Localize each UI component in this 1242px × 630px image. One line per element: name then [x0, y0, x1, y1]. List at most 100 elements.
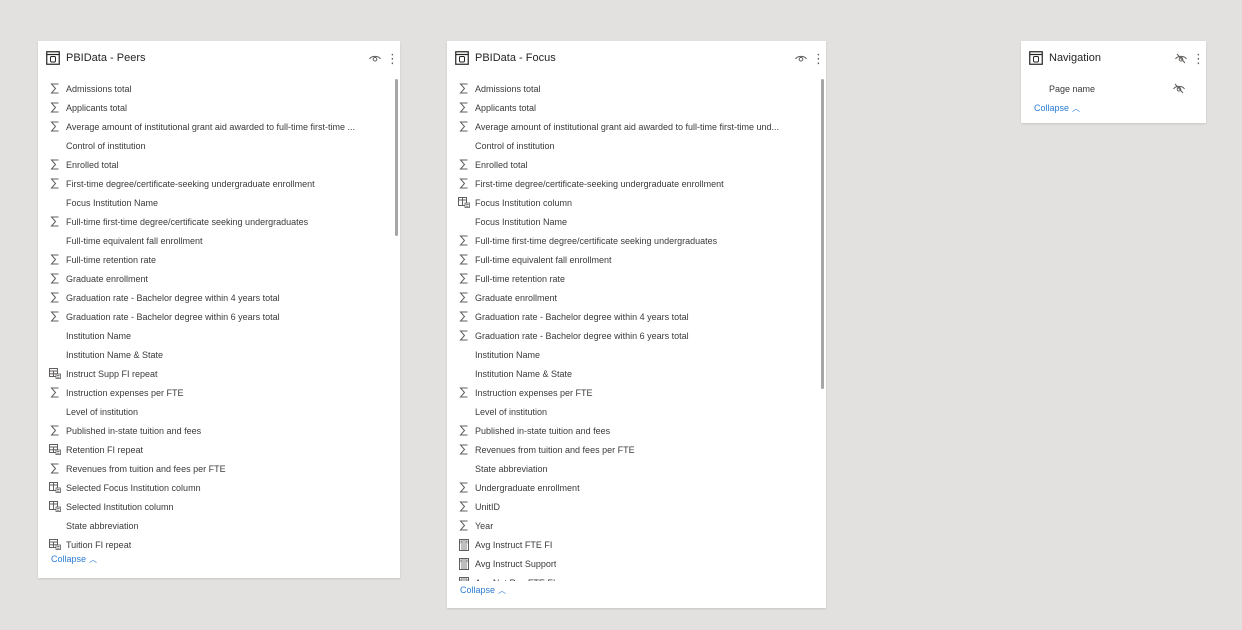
blank-icon-slot: [48, 140, 61, 152]
field-label: Institution Name & State: [475, 368, 573, 379]
field-item[interactable]: Level of institution: [38, 402, 400, 421]
sigma-icon: [457, 178, 470, 190]
field-label: Graduate enrollment: [475, 292, 558, 303]
field-item[interactable]: First-time degree/certificate-seeking un…: [38, 174, 400, 193]
field-item[interactable]: Institution Name: [38, 326, 400, 345]
collapse-button[interactable]: Collapse ︿: [1021, 99, 1206, 117]
scrollbar[interactable]: [395, 79, 398, 236]
field-item[interactable]: Selected Institution column: [38, 497, 400, 516]
measure-icon: [457, 576, 470, 581]
sigma-icon: [48, 121, 61, 133]
field-item[interactable]: Control of institution: [447, 136, 826, 155]
field-item[interactable]: Focus Institution Name: [447, 212, 826, 231]
eye-hidden-icon[interactable]: [1174, 51, 1188, 65]
field-item[interactable]: Instruction expenses per FTE: [447, 383, 826, 402]
scrollbar[interactable]: [821, 79, 824, 389]
sigma-icon: [457, 387, 470, 399]
card-header[interactable]: PBIData - Peers ⋮: [38, 41, 400, 75]
field-item[interactable]: Enrolled total: [447, 155, 826, 174]
table-card-navigation[interactable]: Navigation ⋮ Page name Collapse ︿: [1021, 41, 1206, 123]
field-item[interactable]: Retention FI repeat: [38, 440, 400, 459]
field-item[interactable]: Focus Institution column: [447, 193, 826, 212]
field-item[interactable]: Institution Name & State: [38, 345, 400, 364]
sigma-icon: [48, 387, 61, 399]
sigma-icon: [457, 159, 470, 171]
field-item[interactable]: Published in-state tuition and fees: [447, 421, 826, 440]
blank-icon-slot: [457, 463, 470, 475]
eye-icon[interactable]: [368, 51, 382, 65]
collapse-button[interactable]: Collapse ︿: [38, 550, 400, 568]
field-label: Tuition FI repeat: [66, 539, 132, 550]
field-item[interactable]: Full-time equivalent fall enrollment: [38, 231, 400, 250]
field-item[interactable]: Control of institution: [38, 136, 400, 155]
more-options-icon[interactable]: ⋮: [812, 52, 825, 65]
field-list[interactable]: Admissions total Applicants total Average …: [447, 75, 826, 581]
field-item[interactable]: Avg Instruct FTE FI: [447, 535, 826, 554]
field-label: Year: [475, 520, 494, 531]
sigma-icon: [457, 482, 470, 494]
field-item[interactable]: Graduation rate - Bachelor degree within…: [38, 288, 400, 307]
calculated-table-icon: [48, 539, 61, 551]
field-item[interactable]: Graduate enrollment: [447, 288, 826, 307]
field-item[interactable]: Average amount of institutional grant ai…: [447, 117, 826, 136]
field-item[interactable]: Full-time first-time degree/certificate …: [447, 231, 826, 250]
card-header[interactable]: Navigation ⋮: [1021, 41, 1206, 75]
field-list[interactable]: Admissions total Applicants total Average …: [38, 75, 400, 550]
field-item[interactable]: Revenues from tuition and fees per FTE: [38, 459, 400, 478]
field-item[interactable]: Revenues from tuition and fees per FTE: [447, 440, 826, 459]
field-item[interactable]: Tuition FI repeat: [38, 535, 400, 550]
field-item[interactable]: Selected Focus Institution column: [38, 478, 400, 497]
field-item[interactable]: Graduation rate - Bachelor degree within…: [38, 307, 400, 326]
field-item[interactable]: Institution Name: [447, 345, 826, 364]
field-item[interactable]: UnitID: [447, 497, 826, 516]
field-item[interactable]: Avg Net Rev FTE FI: [447, 573, 826, 581]
field-label: Full-time retention rate: [475, 273, 566, 284]
field-item[interactable]: Admissions total: [38, 79, 400, 98]
sigma-icon: [48, 425, 61, 437]
field-item[interactable]: Page name: [1021, 79, 1206, 99]
table-card-focus[interactable]: PBIData - Focus ⋮ Admissions total Applic…: [447, 41, 826, 608]
field-item[interactable]: Full-time equivalent fall enrollment: [447, 250, 826, 269]
field-item[interactable]: Graduation rate - Bachelor degree within…: [447, 307, 826, 326]
card-header[interactable]: PBIData - Focus ⋮: [447, 41, 826, 75]
field-item[interactable]: Institution Name & State: [447, 364, 826, 383]
field-item[interactable]: First-time degree/certificate-seeking un…: [447, 174, 826, 193]
field-item[interactable]: Published in-state tuition and fees: [38, 421, 400, 440]
field-item[interactable]: Applicants total: [447, 98, 826, 117]
sigma-icon: [48, 102, 61, 114]
more-options-icon[interactable]: ⋮: [386, 52, 399, 65]
field-item[interactable]: State abbreviation: [38, 516, 400, 535]
field-item[interactable]: Year: [447, 516, 826, 535]
field-item[interactable]: Admissions total: [447, 79, 826, 98]
field-label: Full-time first-time degree/certificate …: [66, 216, 309, 227]
field-item[interactable]: Average amount of institutional grant ai…: [38, 117, 400, 136]
table-card-peers[interactable]: PBIData - Peers ⋮ Admissions total Applic…: [38, 41, 400, 578]
field-label: Avg Instruct FTE FI: [475, 539, 553, 550]
blank-icon-slot: [48, 520, 61, 532]
field-item[interactable]: State abbreviation: [447, 459, 826, 478]
field-item[interactable]: Instruct Supp FI repeat: [38, 364, 400, 383]
field-item[interactable]: Applicants total: [38, 98, 400, 117]
field-item[interactable]: Avg Instruct Support: [447, 554, 826, 573]
field-label: Revenues from tuition and fees per FTE: [475, 444, 635, 455]
field-list[interactable]: Page name: [1021, 79, 1206, 99]
field-item[interactable]: Focus Institution Name: [38, 193, 400, 212]
sigma-icon: [48, 216, 61, 228]
field-item[interactable]: Level of institution: [447, 402, 826, 421]
more-options-icon[interactable]: ⋮: [1192, 52, 1205, 65]
collapse-button[interactable]: Collapse ︿: [447, 581, 826, 599]
field-item[interactable]: Full-time retention rate: [447, 269, 826, 288]
sigma-icon: [48, 178, 61, 190]
sigma-icon: [48, 463, 61, 475]
field-item[interactable]: Enrolled total: [38, 155, 400, 174]
field-item[interactable]: Graduate enrollment: [38, 269, 400, 288]
field-item[interactable]: Full-time first-time degree/certificate …: [38, 212, 400, 231]
eye-icon[interactable]: [794, 51, 808, 65]
field-item[interactable]: Undergraduate enrollment: [447, 478, 826, 497]
measure-icon: [457, 557, 470, 570]
field-item[interactable]: Instruction expenses per FTE: [38, 383, 400, 402]
sigma-icon: [457, 501, 470, 513]
eye-hidden-icon[interactable]: [1172, 82, 1186, 96]
field-item[interactable]: Graduation rate - Bachelor degree within…: [447, 326, 826, 345]
field-item[interactable]: Full-time retention rate: [38, 250, 400, 269]
